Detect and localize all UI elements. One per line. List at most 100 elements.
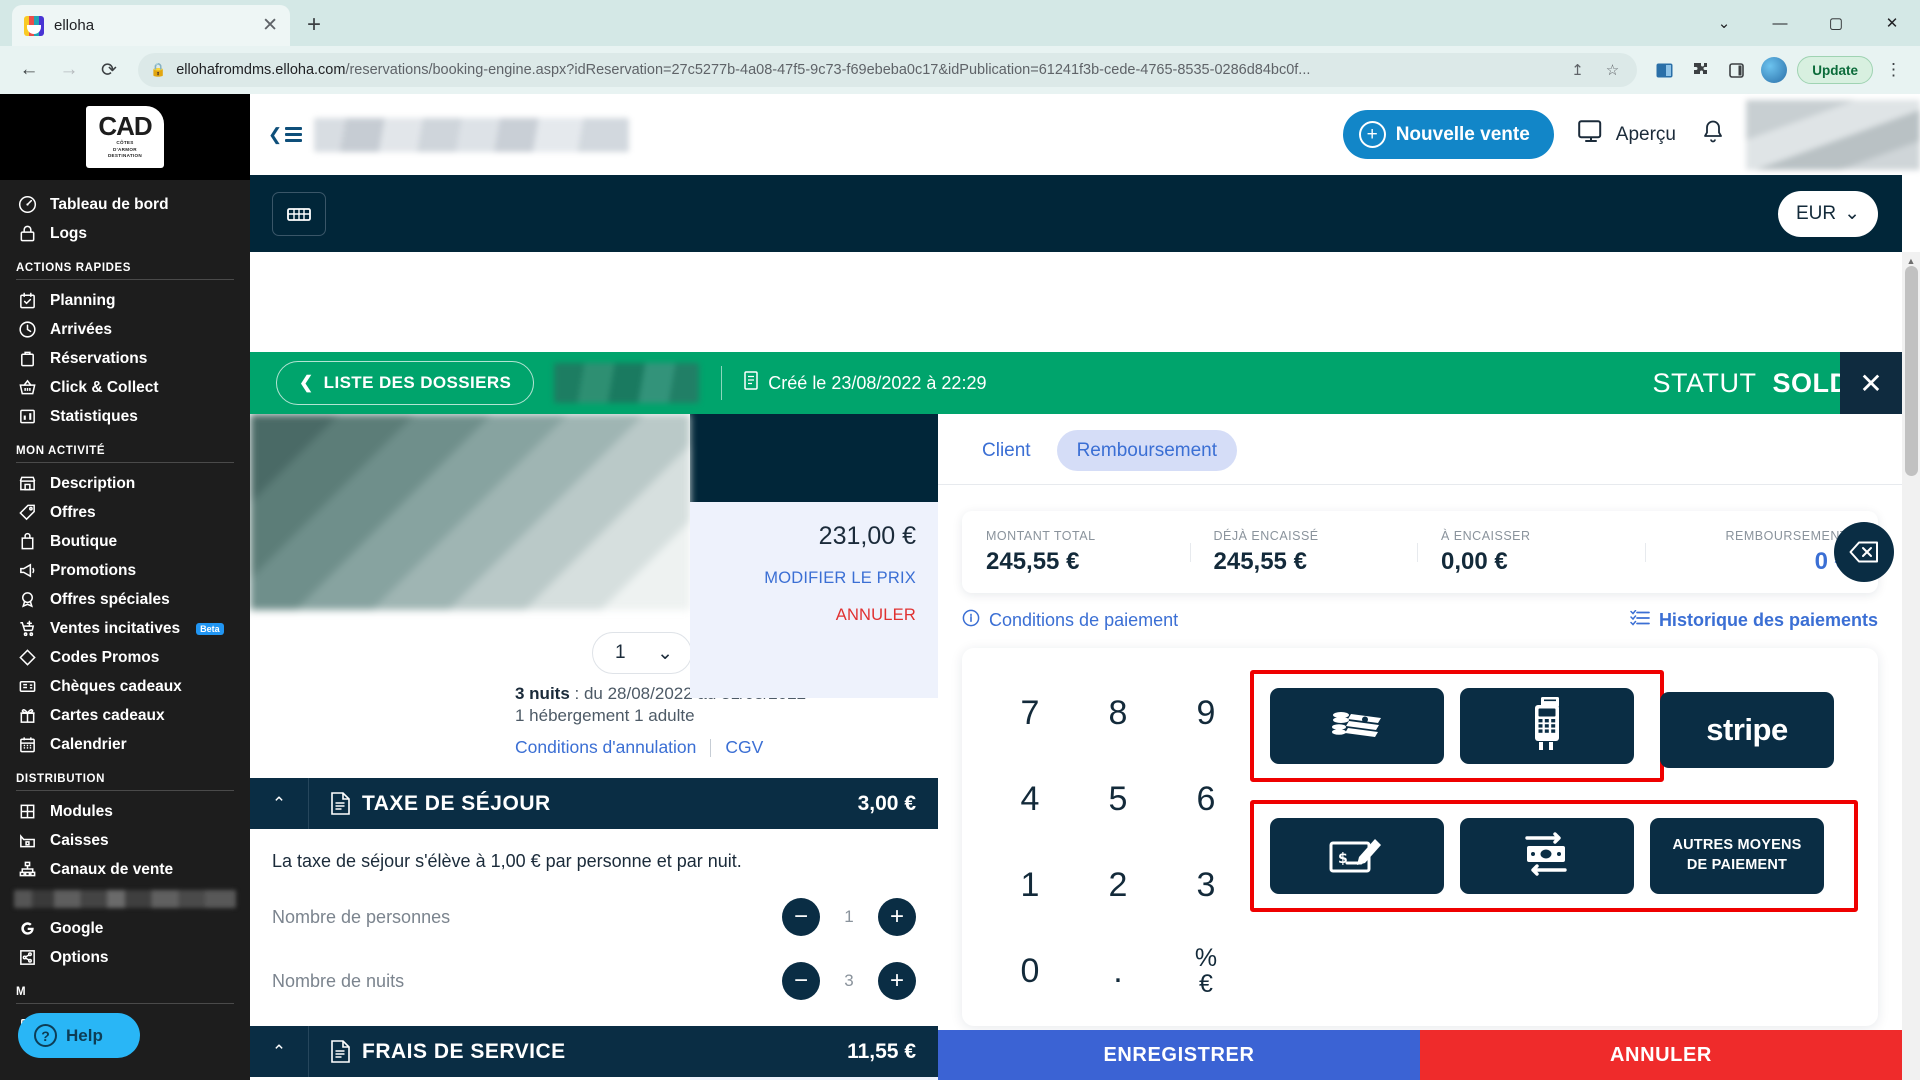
back-to-list-button[interactable]: ❮ LISTE DES DOSSIERS (276, 361, 535, 405)
sidebar-item-promotions[interactable]: Promotions (0, 556, 250, 585)
sidebar-item-google[interactable]: Google (0, 914, 250, 943)
cancel-line-link[interactable]: ANNULER (836, 606, 916, 625)
update-button[interactable]: Update (1797, 56, 1873, 84)
sidebar-item-tableau-de-bord[interactable]: Tableau de bord (0, 190, 250, 219)
window-collapse-button[interactable]: ⌄ (1696, 0, 1752, 46)
redacted-user-avatar[interactable] (1746, 99, 1920, 170)
sidebar-item-options[interactable]: Options (0, 943, 250, 972)
sidebar-item-cheques-cadeaux[interactable]: Chèques cadeaux (0, 672, 250, 701)
key-0[interactable]: 0 (986, 928, 1074, 1014)
new-tab-button[interactable]: + (296, 7, 332, 43)
back-to-list-label: LISTE DES DOSSIERS (323, 373, 512, 392)
help-button[interactable]: ? Help (18, 1013, 140, 1058)
key-percent-euro-toggle[interactable]: % € (1162, 928, 1250, 1014)
payment-method-card-terminal[interactable] (1460, 688, 1634, 764)
section-header-taxe-de-sejour[interactable]: ⌃ TAXE DE SÉJOUR 3,00 € (250, 778, 938, 829)
key-5[interactable]: 5 (1074, 756, 1162, 842)
new-sale-button[interactable]: + Nouvelle vente (1342, 110, 1554, 159)
payment-method-other[interactable]: AUTRES MOYENS DE PAIEMENT (1650, 818, 1824, 894)
payment-history-link[interactable]: Historique des paiements (1630, 609, 1878, 631)
key-decimal[interactable]: . (1074, 928, 1162, 1014)
sidebar-item-caisses[interactable]: Caisses (0, 826, 250, 855)
sidebar-item-reservations[interactable]: Réservations (0, 344, 250, 373)
tab-remboursement[interactable]: Remboursement (1056, 430, 1238, 471)
tab-client[interactable]: Client (962, 430, 1051, 471)
sidebar-item-logs[interactable]: Logs (0, 219, 250, 248)
browser-menu-icon[interactable]: ⋮ (1879, 60, 1908, 80)
key-1[interactable]: 1 (986, 842, 1074, 928)
modify-price-link[interactable]: MODIFIER LE PRIX (764, 569, 916, 588)
key-9[interactable]: 9 (1162, 670, 1250, 756)
key-7[interactable]: 7 (986, 670, 1074, 756)
key-2[interactable]: 2 (1074, 842, 1162, 928)
collapse-caret-icon[interactable]: ⌃ (250, 1042, 308, 1062)
sidebar-item-modules[interactable]: Modules (0, 797, 250, 826)
extensions-puzzle-icon[interactable] (1685, 55, 1715, 85)
sidebar-item-calendrier[interactable]: Calendrier (0, 730, 250, 759)
collapse-caret-icon[interactable]: ⌃ (250, 794, 308, 814)
sidebar-item-click-and-collect[interactable]: Click & Collect (0, 373, 250, 402)
sidebar-item-boutique[interactable]: Boutique (0, 527, 250, 556)
save-button[interactable]: ENREGISTRER (938, 1030, 1420, 1080)
cgv-link[interactable]: CGV (725, 737, 763, 758)
scroll-up-arrow-icon[interactable]: ▲ (1905, 256, 1917, 266)
reading-list-icon[interactable] (1721, 55, 1751, 85)
quantity-value: 1 (615, 642, 626, 663)
decrement-button[interactable]: − (782, 898, 820, 936)
sidebar-item-offres-speciales[interactable]: Offres spéciales (0, 585, 250, 614)
payment-method-stripe[interactable]: stripe (1660, 692, 1834, 768)
window-close-button[interactable]: ✕ (1864, 0, 1920, 46)
window-minimize-button[interactable]: — (1752, 0, 1808, 46)
sidebar-item-statistiques[interactable]: Statistiques (0, 402, 250, 431)
backspace-icon[interactable] (1834, 522, 1894, 582)
sidebar-item-ventes-incitatives[interactable]: Ventes incitatives Beta (0, 614, 250, 643)
cancel-button[interactable]: ANNULER (1420, 1030, 1902, 1080)
cancellation-conditions-link[interactable]: Conditions d'annulation (515, 737, 696, 758)
reload-icon[interactable]: ⟳ (92, 53, 126, 87)
key-3[interactable]: 3 (1162, 842, 1250, 928)
forward-icon[interactable]: → (52, 53, 86, 87)
sidebar-item-description[interactable]: Description (0, 469, 250, 498)
close-tab-icon[interactable]: ✕ (262, 16, 278, 35)
sidebar-item-codes-promos[interactable]: Codes Promos (0, 643, 250, 672)
increment-button[interactable]: + (878, 898, 916, 936)
share-url-icon[interactable]: ↥ (1565, 61, 1590, 79)
profile-avatar[interactable] (1761, 57, 1788, 83)
brand-logo[interactable]: CAD CÔTES D'ARMOR DESTINATION (0, 94, 250, 180)
back-icon[interactable]: ← (12, 53, 46, 87)
currency-selector[interactable]: EUR ⌄ (1778, 190, 1878, 237)
payment-method-transfer[interactable] (1460, 818, 1634, 894)
sidebar-item-arrivees[interactable]: Arrivées (0, 315, 250, 344)
sidebar-item-label: Statistiques (50, 407, 138, 425)
page-scrollbar-thumb[interactable] (1905, 266, 1918, 476)
sidebar-item-offres[interactable]: Offres (0, 498, 250, 527)
address-bar[interactable]: 🔒 ellohafromdms.elloha.com/reservations/… (138, 53, 1638, 87)
increment-button[interactable]: + (878, 962, 916, 1000)
megaphone-icon (16, 560, 38, 582)
notifications-button[interactable] (1702, 119, 1724, 150)
payment-method-cheque[interactable]: $ (1270, 818, 1444, 894)
sidebar-toggle-button[interactable]: ❮ (268, 125, 303, 145)
close-reservation-button[interactable]: ✕ (1840, 352, 1902, 414)
sidebar-item-canaux-de-vente[interactable]: Canaux de vente (0, 855, 250, 884)
beta-badge: Beta (196, 622, 224, 635)
accommodation-type-button[interactable] (272, 191, 326, 236)
decrement-button[interactable]: − (782, 962, 820, 1000)
quantity-select[interactable]: 1 ⌄ (592, 632, 692, 674)
sidebar-item-planning[interactable]: Planning (0, 286, 250, 315)
summary-label: DÉJÀ ENCAISSÉ (1213, 528, 1319, 543)
preview-button[interactable]: Aperçu (1577, 120, 1676, 149)
payment-conditions-link[interactable]: Conditions de paiement (962, 609, 1178, 632)
key-6[interactable]: 6 (1162, 756, 1250, 842)
sidepanel-icon[interactable] (1649, 55, 1679, 85)
section-header-frais-de-service[interactable]: ⌃ FRAIS DE SERVICE 11,55 € (250, 1026, 938, 1077)
browser-tab[interactable]: elloha ✕ (12, 5, 290, 46)
key-4[interactable]: 4 (986, 756, 1074, 842)
bookmark-star-icon[interactable]: ☆ (1600, 61, 1625, 79)
payment-method-cash[interactable] (1270, 688, 1444, 764)
document-icon (331, 792, 350, 815)
payment-methods-row-2: $ AUTRES MOYENS DE PAIEMENT (1270, 818, 1838, 894)
sidebar-item-cartes-cadeaux[interactable]: Cartes cadeaux (0, 701, 250, 730)
window-maximize-button[interactable]: ▢ (1808, 0, 1864, 46)
key-8[interactable]: 8 (1074, 670, 1162, 756)
